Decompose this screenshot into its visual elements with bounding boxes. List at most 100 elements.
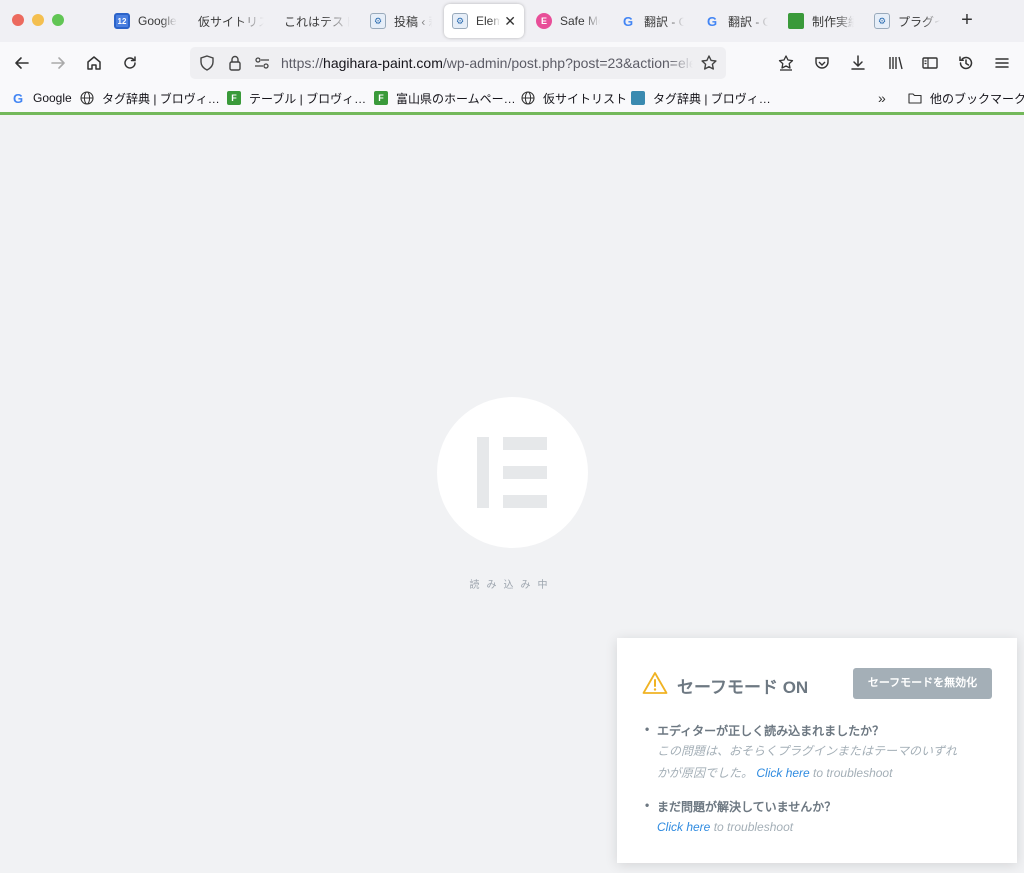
- bookmark-label: タグ辞典 | ブロヴィ…: [102, 91, 220, 106]
- url-text[interactable]: https://hagihara-paint.com/wp-admin/post…: [281, 55, 693, 71]
- tab-label: Google: [138, 14, 177, 28]
- tab-posts[interactable]: ⚙ 投稿 ‹ 萩原: [362, 4, 440, 38]
- bookmarks-overflow-button[interactable]: »: [878, 90, 886, 106]
- permissions-icon[interactable]: [253, 54, 271, 72]
- globe-icon: [80, 91, 94, 105]
- reload-button[interactable]: [118, 52, 142, 74]
- shield-icon[interactable]: [198, 54, 216, 72]
- disable-safe-mode-button[interactable]: セーフモードを無効化: [853, 668, 992, 699]
- history-icon: [959, 56, 973, 70]
- url-path: /wp-admin/post.php?post=23&action=elemen…: [442, 55, 693, 71]
- forward-button[interactable]: [46, 52, 70, 74]
- wp-gear-icon: ⚙: [874, 13, 890, 29]
- sidebar-button[interactable]: [918, 52, 942, 74]
- tab-google-calendar[interactable]: 12 Google: [106, 4, 186, 38]
- question-not-resolved: まだ問題が解決していませんか？: [645, 798, 995, 815]
- new-tab-button[interactable]: +: [956, 10, 978, 32]
- other-bookmarks[interactable]: 他のブックマーク: [908, 89, 1024, 107]
- pocket-button[interactable]: [810, 52, 834, 74]
- sidebar-icon: [922, 57, 938, 69]
- logo-bar-top: [503, 437, 547, 450]
- arrow-left-icon: [15, 57, 29, 69]
- extensions-button[interactable]: [774, 52, 798, 74]
- url-bar[interactable]: https://hagihara-paint.com/wp-admin/post…: [190, 47, 726, 79]
- google-icon: G: [622, 13, 634, 29]
- tab-elementor[interactable]: ⚙ Elementor ✕: [444, 4, 524, 38]
- bookmark-label: 他のブックマーク: [930, 91, 1024, 106]
- history-button[interactable]: [954, 52, 978, 74]
- bookmark-tag-dictionary[interactable]: タグ辞典 | ブロヴィ…: [80, 89, 220, 107]
- elementor-icon: E: [536, 13, 552, 29]
- bookmark-site-list[interactable]: 仮サイトリスト: [521, 89, 627, 107]
- tab-label: 制作実績: [812, 14, 854, 29]
- google-icon: G: [706, 13, 718, 29]
- wp-gear-icon: ⚙: [452, 13, 468, 29]
- tab-label: 投稿 ‹ 萩原: [394, 14, 432, 29]
- download-icon: [851, 55, 865, 70]
- tab-site-list[interactable]: 仮サイトリスト: [190, 4, 272, 38]
- bookmark-label: 仮サイトリスト: [543, 91, 628, 106]
- green-page-icon: F: [227, 91, 241, 105]
- star-list-icon: [778, 55, 794, 71]
- close-tab-icon[interactable]: ✕: [504, 13, 516, 30]
- downloads-button[interactable]: [846, 52, 870, 74]
- blue-page-icon: [631, 91, 645, 105]
- globe-icon: [521, 91, 535, 105]
- question-loaded: エディターが正しく読み込まれましたか？: [645, 722, 995, 739]
- explanation-line-1: この問題は、おそらくプラグインまたはテーマのいずれ: [657, 744, 958, 758]
- explanation-line-2: かが原因でした。: [657, 766, 754, 780]
- elementor-loader-logo: [437, 397, 588, 548]
- logo-bar-vertical: [477, 437, 489, 508]
- loading-text: 読み込み中: [469, 580, 555, 591]
- warning-icon: [642, 672, 668, 694]
- back-button[interactable]: [10, 52, 34, 74]
- arrow-right-icon: [51, 57, 65, 69]
- navigation-toolbar: https://hagihara-paint.com/wp-admin/post…: [0, 42, 1024, 84]
- star-icon[interactable]: [700, 54, 718, 72]
- url-host: hagihara-paint.com: [323, 55, 443, 71]
- tab-label: これはテスト: [284, 14, 350, 29]
- tab-label: 翻訳 - Google: [644, 14, 684, 29]
- explanation: この問題は、おそらくプラグインまたはテーマのいずれ かが原因でした。 Click…: [645, 740, 995, 784]
- explanation: Click here to troubleshoot: [645, 816, 995, 838]
- tab-works[interactable]: 制作実績: [780, 4, 862, 38]
- zoom-window-button[interactable]: [52, 14, 64, 26]
- logo-bar-bottom: [503, 495, 547, 508]
- bookmarks-toolbar: G Google タグ辞典 | ブロヴィ… F テーブル | ブロヴィ… F 富…: [0, 84, 1024, 112]
- bookmark-table[interactable]: F テーブル | ブロヴィ…: [227, 89, 366, 107]
- home-button[interactable]: [82, 52, 106, 74]
- bookmark-label: タグ辞典 | ブロヴィ…: [653, 91, 771, 106]
- tab-translate-2[interactable]: G 翻訳 - Google: [696, 4, 776, 38]
- google-g-icon: G: [12, 90, 24, 106]
- wp-gear-icon: ⚙: [370, 13, 386, 29]
- troubleshoot-suffix: to troubleshoot: [710, 820, 794, 834]
- safe-mode-item-1: エディターが正しく読み込まれましたか？ この問題は、おそらくプラグインまたはテー…: [645, 722, 995, 784]
- app-menu-button[interactable]: [990, 52, 1014, 74]
- tab-strip: 12 Google 仮サイトリスト これはテスト ⚙ 投稿 ‹ 萩原 ⚙ Ele…: [0, 0, 1024, 42]
- folder-icon: [908, 91, 922, 105]
- library-button[interactable]: [884, 52, 908, 74]
- tab-translate-1[interactable]: G 翻訳 - Google: [612, 4, 692, 38]
- tab-plugins[interactable]: ⚙ プラグイン: [866, 4, 948, 38]
- reload-icon: [124, 56, 136, 69]
- minimize-window-button[interactable]: [32, 14, 44, 26]
- troubleshoot-link[interactable]: Click here: [657, 820, 710, 834]
- tab-safe-mode[interactable]: E Safe Mode: [528, 4, 608, 38]
- safe-mode-item-2: まだ問題が解決していませんか？ Click here to troublesho…: [645, 798, 995, 838]
- calendar-icon: 12: [114, 13, 130, 29]
- tab-label: Safe Mode: [560, 14, 600, 28]
- lock-icon[interactable]: [226, 54, 244, 72]
- bookmark-label: 富山県のホームペー…: [396, 91, 516, 106]
- bookmark-label: Google: [33, 91, 72, 105]
- bookmark-toyama[interactable]: F 富山県のホームペー…: [374, 89, 516, 107]
- bookmark-label: テーブル | ブロヴィ…: [249, 91, 367, 106]
- close-window-button[interactable]: [12, 14, 24, 26]
- bookmark-tag-dictionary-2[interactable]: タグ辞典 | ブロヴィ…: [631, 89, 771, 107]
- troubleshoot-suffix: to troubleshoot: [809, 766, 893, 780]
- bookmark-google[interactable]: G Google: [11, 89, 72, 107]
- tab-test[interactable]: これはテスト: [276, 4, 358, 38]
- tab-label: Elementor: [476, 14, 501, 28]
- page-load-progress: [0, 112, 1024, 115]
- green-page-icon: F: [374, 91, 388, 105]
- troubleshoot-link[interactable]: Click here: [756, 766, 809, 780]
